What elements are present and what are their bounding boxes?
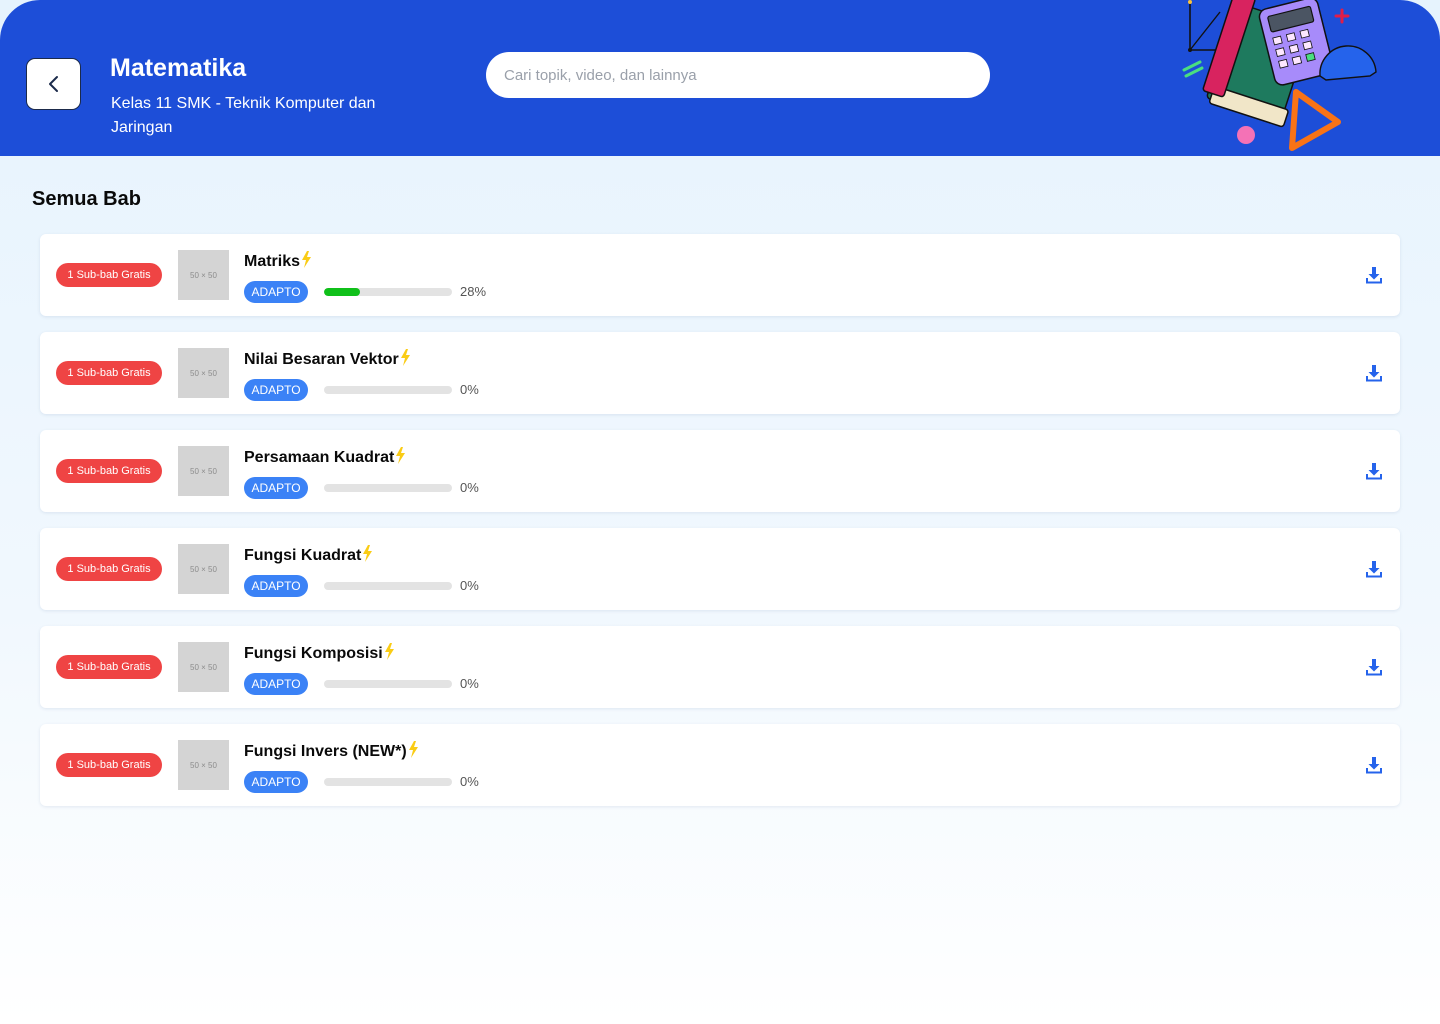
chapter-card[interactable]: 1 Sub-bab Gratis 50 × 50 Fungsi Invers (…: [40, 724, 1400, 806]
chapter-card[interactable]: 1 Sub-bab Gratis 50 × 50 Fungsi Kuadrat …: [40, 528, 1400, 610]
chapter-title: Nilai Besaran Vektor: [244, 351, 399, 368]
progress-fill: [324, 288, 360, 296]
chapter-card[interactable]: 1 Sub-bab Gratis 50 × 50 Nilai Besaran V…: [40, 332, 1400, 414]
progress-bar: [324, 386, 452, 394]
chapter-title: Fungsi Kuadrat: [244, 547, 362, 564]
chapter-title-row: Fungsi Komposisi: [244, 643, 395, 663]
chapter-thumbnail: 50 × 50: [178, 642, 229, 692]
chapter-card[interactable]: 1 Sub-bab Gratis 50 × 50 Persamaan Kuadr…: [40, 430, 1400, 512]
back-button[interactable]: [26, 58, 81, 110]
download-icon[interactable]: [1366, 267, 1382, 284]
progress-percent: 0%: [460, 676, 479, 691]
chapter-title: Persamaan Kuadrat: [244, 449, 395, 466]
progress-bar: [324, 778, 452, 786]
progress-bar: [324, 288, 452, 296]
chevron-left-icon: [48, 76, 58, 92]
free-subchapter-badge: 1 Sub-bab Gratis: [56, 361, 162, 385]
chapter-title-row: Nilai Besaran Vektor: [244, 349, 411, 369]
progress-bar: [324, 582, 452, 590]
download-icon[interactable]: [1366, 463, 1382, 480]
progress-percent: 0%: [460, 774, 479, 789]
lightning-icon: [302, 251, 312, 268]
progress-percent: 0%: [460, 578, 479, 593]
chapter-thumbnail: 50 × 50: [178, 250, 229, 300]
download-icon[interactable]: [1366, 659, 1382, 676]
chapter-title: Fungsi Invers (NEW*): [244, 743, 407, 760]
progress-percent: 28%: [460, 284, 487, 299]
lightning-icon: [408, 741, 418, 758]
download-icon[interactable]: [1366, 757, 1382, 774]
chapter-thumbnail: 50 × 50: [178, 348, 229, 398]
download-icon[interactable]: [1366, 365, 1382, 382]
free-subchapter-badge: 1 Sub-bab Gratis: [56, 557, 162, 581]
progress-bar: [324, 484, 452, 492]
chapter-title-row: Fungsi Kuadrat: [244, 545, 373, 565]
chapter-thumbnail: 50 × 50: [178, 446, 229, 496]
free-subchapter-badge: 1 Sub-bab Gratis: [56, 753, 162, 777]
chapter-title-row: Fungsi Invers (NEW*): [244, 741, 419, 761]
adapto-badge: ADAPTO: [244, 281, 308, 303]
adapto-badge: ADAPTO: [244, 673, 308, 695]
adapto-badge: ADAPTO: [244, 771, 308, 793]
math-illustration: [1182, 0, 1377, 151]
page-header: Matematika Kelas 11 SMK - Teknik Kompute…: [0, 0, 1440, 156]
free-subchapter-badge: 1 Sub-bab Gratis: [56, 263, 162, 287]
adapto-badge: ADAPTO: [244, 477, 308, 499]
download-icon[interactable]: [1366, 561, 1382, 578]
page-subtitle: Kelas 11 SMK - Teknik Komputer dan Jarin…: [111, 95, 376, 136]
chapter-thumbnail: 50 × 50: [178, 740, 229, 790]
adapto-badge: ADAPTO: [244, 379, 308, 401]
free-subchapter-badge: 1 Sub-bab Gratis: [56, 459, 162, 483]
progress-bar: [324, 680, 452, 688]
chapter-thumbnail: 50 × 50: [178, 544, 229, 594]
lightning-icon: [363, 545, 373, 562]
chapter-card[interactable]: 1 Sub-bab Gratis 50 × 50 Fungsi Komposis…: [40, 626, 1400, 708]
page-title: Matematika: [110, 54, 247, 82]
lightning-icon: [396, 447, 406, 464]
lightning-icon: [400, 349, 410, 366]
free-subchapter-badge: 1 Sub-bab Gratis: [56, 655, 162, 679]
chapter-title: Fungsi Komposisi: [244, 645, 383, 662]
chapter-title-row: Matriks: [244, 251, 312, 271]
lightning-icon: [384, 643, 394, 660]
adapto-badge: ADAPTO: [244, 575, 308, 597]
chapter-card[interactable]: 1 Sub-bab Gratis 50 × 50 Matriks ADAPTO …: [40, 234, 1400, 316]
progress-percent: 0%: [460, 382, 479, 397]
chapter-title-row: Persamaan Kuadrat: [244, 447, 406, 467]
chapter-list: 1 Sub-bab Gratis 50 × 50 Matriks ADAPTO …: [40, 234, 1400, 822]
section-title: Semua Bab: [32, 188, 141, 210]
search-input[interactable]: [486, 52, 990, 98]
progress-percent: 0%: [460, 480, 479, 495]
chapter-title: Matriks: [244, 253, 301, 270]
